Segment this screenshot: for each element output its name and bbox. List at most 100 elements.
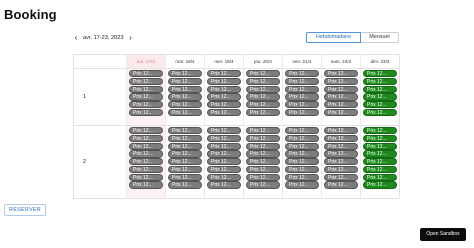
booking-event[interactable]: Prix 12... (285, 70, 319, 78)
day-cell[interactable]: Prix 12... Prix 12... Prix 12... Prix 12...… (321, 69, 360, 125)
booking-event[interactable]: Prix 12... (129, 181, 163, 189)
booking-event[interactable]: Prix 12... (129, 70, 163, 78)
booking-event[interactable]: Prix 12... (168, 150, 202, 158)
booking-event[interactable]: Prix 12... (363, 101, 397, 109)
booking-event[interactable]: Prix 12... (324, 85, 358, 93)
booking-event[interactable]: Prix 12... (285, 77, 319, 85)
booking-event[interactable]: Prix 12... (363, 77, 397, 85)
booking-event[interactable]: Prix 12... (363, 70, 397, 78)
booking-event[interactable]: Prix 12... (285, 165, 319, 174)
booking-event[interactable]: Prix 12... (324, 181, 358, 189)
booking-event[interactable]: Prix 12... (207, 150, 241, 158)
booking-event[interactable]: Prix 12... (246, 93, 280, 101)
booking-event[interactable]: Prix 12... (246, 173, 280, 181)
open-sandbox-button[interactable]: Open Sandbox (420, 228, 466, 241)
day-cell[interactable]: Prix 12... Prix 12... Prix 12... Prix 12...… (243, 126, 282, 198)
booking-event[interactable]: Prix 12... (129, 101, 163, 109)
booking-event[interactable]: Prix 12... (168, 108, 202, 117)
booking-event[interactable]: Prix 12... (324, 127, 358, 135)
booking-event[interactable]: Prix 12... (168, 165, 202, 174)
booking-event[interactable]: Prix 12... (324, 70, 358, 78)
booking-event[interactable]: Prix 12... (168, 77, 202, 85)
booking-event[interactable]: Prix 12... (324, 93, 358, 101)
booking-event[interactable]: Prix 12... (324, 134, 358, 142)
booking-event[interactable]: Prix 12... (207, 85, 241, 93)
day-cell[interactable]: Prix 12... Prix 12... Prix 12... Prix 12...… (243, 69, 282, 125)
booking-event[interactable]: Prix 12... (207, 70, 241, 78)
booking-event[interactable]: Prix 12... (324, 158, 358, 166)
booking-event[interactable]: Prix 12... (207, 93, 241, 101)
booking-event[interactable]: Prix 12... (168, 173, 202, 181)
booking-event[interactable]: Prix 12... (207, 142, 241, 150)
booking-event[interactable]: Prix 12... (207, 181, 241, 189)
day-cell[interactable]: Prix 12... Prix 12... Prix 12... Prix 12...… (282, 126, 321, 198)
booking-event[interactable]: Prix 12... (324, 77, 358, 85)
booking-event[interactable]: Prix 12... (363, 158, 397, 166)
booking-event[interactable]: Prix 12... (285, 142, 319, 150)
booking-event[interactable]: Prix 12... (207, 108, 241, 117)
booking-event[interactable]: Prix 12... (246, 85, 280, 93)
booking-event[interactable]: Prix 12... (168, 134, 202, 142)
booking-event[interactable]: Prix 12... (363, 173, 397, 181)
booking-event[interactable]: Prix 12... (129, 158, 163, 166)
booking-event[interactable]: Prix 12... (207, 77, 241, 85)
booking-event[interactable]: Prix 12... (363, 93, 397, 101)
day-cell[interactable]: Prix 12... Prix 12... Prix 12... Prix 12...… (360, 126, 399, 198)
booking-event[interactable]: Prix 12... (168, 70, 202, 78)
booking-event[interactable]: Prix 12... (246, 142, 280, 150)
booking-event[interactable]: Prix 12... (363, 142, 397, 150)
booking-event[interactable]: Prix 12... (168, 85, 202, 93)
day-cell[interactable]: Prix 12... Prix 12... Prix 12... Prix 12...… (360, 69, 399, 125)
booking-event[interactable]: Prix 12... (363, 150, 397, 158)
booking-event[interactable]: Prix 12... (285, 150, 319, 158)
booking-event[interactable]: Prix 12... (285, 85, 319, 93)
booking-event[interactable]: Prix 12... (207, 173, 241, 181)
booking-event[interactable]: Prix 12... (246, 77, 280, 85)
booking-event[interactable]: Prix 12... (207, 127, 241, 135)
day-cell[interactable]: Prix 12... Prix 12... Prix 12... Prix 12...… (126, 126, 165, 198)
booking-event[interactable]: Prix 12... (285, 101, 319, 109)
booking-event[interactable]: Prix 12... (168, 93, 202, 101)
booking-event[interactable]: Prix 12... (285, 181, 319, 189)
booking-event[interactable]: Prix 12... (285, 127, 319, 135)
booking-event[interactable]: Prix 12... (168, 158, 202, 166)
booking-event[interactable]: Prix 12... (129, 108, 163, 117)
monthly-view-button[interactable]: Mensuel (361, 32, 399, 43)
booking-event[interactable]: Prix 12... (168, 142, 202, 150)
reserve-button[interactable]: RÉSERVER (4, 204, 46, 216)
booking-event[interactable]: Prix 12... (285, 108, 319, 117)
booking-event[interactable]: Prix 12... (246, 70, 280, 78)
booking-event[interactable]: Prix 12... (363, 108, 397, 117)
day-cell[interactable]: Prix 12... Prix 12... Prix 12... Prix 12...… (165, 126, 204, 198)
booking-event[interactable]: Prix 12... (246, 165, 280, 174)
booking-event[interactable]: Prix 12... (324, 108, 358, 117)
booking-event[interactable]: Prix 12... (207, 158, 241, 166)
booking-event[interactable]: Prix 12... (363, 181, 397, 189)
day-cell[interactable]: Prix 12... Prix 12... Prix 12... Prix 12...… (126, 69, 165, 125)
day-cell[interactable]: Prix 12... Prix 12... Prix 12... Prix 12...… (282, 69, 321, 125)
booking-event[interactable]: Prix 12... (246, 108, 280, 117)
booking-event[interactable]: Prix 12... (246, 134, 280, 142)
booking-event[interactable]: Prix 12... (129, 77, 163, 85)
booking-event[interactable]: Prix 12... (129, 93, 163, 101)
day-cell[interactable]: Prix 12... Prix 12... Prix 12... Prix 12...… (165, 69, 204, 125)
chevron-left-icon[interactable]: ‹ (73, 33, 79, 43)
booking-event[interactable]: Prix 12... (168, 101, 202, 109)
booking-event[interactable]: Prix 12... (129, 127, 163, 135)
booking-event[interactable]: Prix 12... (285, 158, 319, 166)
booking-event[interactable]: Prix 12... (363, 134, 397, 142)
day-cell[interactable]: Prix 12... Prix 12... Prix 12... Prix 12...… (204, 126, 243, 198)
day-cell[interactable]: Prix 12... Prix 12... Prix 12... Prix 12...… (321, 126, 360, 198)
booking-event[interactable]: Prix 12... (207, 101, 241, 109)
booking-event[interactable]: Prix 12... (129, 150, 163, 158)
booking-event[interactable]: Prix 12... (129, 142, 163, 150)
booking-event[interactable]: Prix 12... (324, 173, 358, 181)
booking-event[interactable]: Prix 12... (285, 93, 319, 101)
booking-event[interactable]: Prix 12... (324, 150, 358, 158)
booking-event[interactable]: Prix 12... (168, 181, 202, 189)
booking-event[interactable]: Prix 12... (129, 85, 163, 93)
booking-event[interactable]: Prix 12... (285, 134, 319, 142)
day-cell[interactable]: Prix 12... Prix 12... Prix 12... Prix 12...… (204, 69, 243, 125)
booking-event[interactable]: Prix 12... (324, 142, 358, 150)
booking-event[interactable]: Prix 12... (324, 101, 358, 109)
